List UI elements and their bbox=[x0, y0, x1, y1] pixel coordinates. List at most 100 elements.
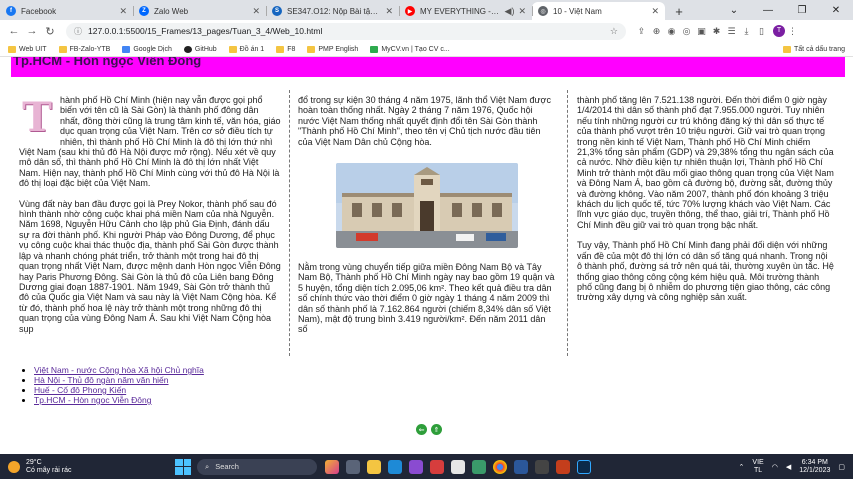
app-icon[interactable] bbox=[556, 459, 570, 474]
weather-desc: Có mây rải rác bbox=[26, 466, 72, 474]
link-tphcm[interactable]: Tp.HCM - Hòn ngọc Viễn Đông bbox=[34, 395, 151, 405]
tab-search-icon[interactable]: ☰ bbox=[724, 26, 739, 37]
profile-avatar[interactable]: T bbox=[773, 25, 785, 37]
chevron-up-icon[interactable]: ⌃ bbox=[739, 463, 745, 471]
weather-widget[interactable]: 29°C Có mây rải rác bbox=[0, 459, 175, 475]
app-icon[interactable] bbox=[430, 459, 444, 474]
close-icon[interactable]: ✕ bbox=[385, 6, 393, 17]
menu-icon[interactable]: ⋮ bbox=[785, 26, 800, 37]
new-tab-button[interactable]: + bbox=[669, 2, 689, 20]
share-icon[interactable]: ⇪ bbox=[634, 26, 649, 37]
tab-zalo[interactable]: Z Zalo Web ✕ bbox=[133, 2, 266, 20]
folder-icon bbox=[276, 45, 285, 53]
browser-toolbar: ← → ↻ ⓘ 127.0.0.1:5500/15_Frames/13_page… bbox=[0, 20, 853, 42]
close-icon[interactable]: ✕ bbox=[119, 6, 127, 17]
paragraph: thành phố tăng lên 7.521.138 người. Đến … bbox=[577, 95, 834, 230]
folder-icon bbox=[228, 45, 237, 53]
extension-icon[interactable]: ◉ bbox=[664, 26, 679, 37]
folder-icon bbox=[783, 45, 792, 53]
tab-title: Facebook bbox=[21, 6, 57, 16]
file-explorer-icon[interactable] bbox=[367, 459, 381, 474]
bookmark-item[interactable]: FB-Zalo-YTB bbox=[58, 45, 110, 53]
web-page: Tp.HCM - Hòn ngọc Viễn Đông T hành phố H… bbox=[0, 57, 853, 454]
github-icon bbox=[183, 45, 192, 53]
volume-icon[interactable]: ◀ bbox=[786, 463, 791, 471]
visual-studio-icon[interactable] bbox=[409, 459, 423, 474]
close-window-button[interactable]: ✕ bbox=[819, 5, 853, 16]
folder-icon bbox=[8, 45, 16, 53]
app-icon[interactable] bbox=[451, 459, 465, 474]
chevron-down-icon[interactable]: ⌄ bbox=[717, 5, 751, 16]
photoshop-icon[interactable] bbox=[577, 459, 591, 474]
address-bar[interactable]: ⓘ 127.0.0.1:5500/15_Frames/13_pages/Tuan… bbox=[66, 22, 626, 40]
bookmark-item[interactable]: Google Dịch bbox=[122, 45, 172, 53]
back-button[interactable]: ← bbox=[6, 25, 22, 37]
search-label: Search bbox=[215, 462, 239, 471]
page-banner: Tp.HCM - Hòn ngọc Viễn Đông bbox=[11, 57, 845, 77]
paragraph: Tuy vậy, Thành phố Hồ Chí Minh đang phải… bbox=[577, 240, 834, 303]
dropcap-letter: T bbox=[22, 93, 52, 141]
bookmark-item[interactable]: F8 bbox=[276, 45, 295, 53]
taskbar-apps bbox=[325, 459, 591, 474]
vscode-icon[interactable] bbox=[388, 459, 402, 474]
download-icon[interactable]: ⤓ bbox=[739, 26, 754, 37]
star-icon[interactable]: ☆ bbox=[610, 26, 618, 37]
extensions-area: ⇪ ⊕ ◉ ◎ ▣ ✱ ☰ ⤓ ▯ T ⋮ bbox=[634, 25, 800, 37]
column-divider bbox=[289, 90, 290, 356]
paragraph: Nằm trong vùng chuyển tiếp giữa miền Đôn… bbox=[298, 262, 555, 335]
minimize-button[interactable]: — bbox=[751, 5, 785, 16]
extension-icon[interactable]: ▣ bbox=[694, 26, 709, 37]
folder-icon bbox=[58, 45, 67, 53]
related-links-list: Việt Nam - nước Cộng hòa Xã hội Chủ nghĩ… bbox=[34, 365, 204, 405]
zalo-icon: Z bbox=[139, 6, 149, 16]
tab-facebook[interactable]: f Facebook ✕ bbox=[0, 2, 133, 20]
speaker-icon[interactable]: ◀) bbox=[505, 6, 515, 17]
column-divider bbox=[567, 90, 568, 356]
link-ha-noi[interactable]: Hà Nội - Thủ đô ngàn năm văn hiến bbox=[34, 375, 169, 385]
link-viet-nam[interactable]: Việt Nam - nước Cộng hòa Xã hội Chủ nghĩ… bbox=[34, 365, 204, 375]
app-icon[interactable] bbox=[472, 459, 486, 474]
app-icon[interactable] bbox=[535, 459, 549, 474]
system-tray: ⌃ VIE TL ◠ ◀ 6:34 PM 12/1/2023 ▢ bbox=[739, 459, 853, 475]
paragraph: hành phố Hồ Chí Minh (hiện nay vẫn được … bbox=[19, 95, 281, 189]
all-bookmarks[interactable]: Tất cả dấu trang bbox=[783, 45, 845, 53]
link-hue[interactable]: Huế - Cố đô Phong Kiến bbox=[34, 385, 126, 395]
close-icon[interactable]: ✕ bbox=[252, 6, 260, 17]
mycv-icon bbox=[370, 45, 379, 53]
close-icon[interactable]: ✕ bbox=[518, 6, 526, 17]
app-icon[interactable] bbox=[514, 459, 528, 474]
bookmark-item[interactable]: Đồ án 1 bbox=[228, 45, 264, 53]
reload-button[interactable]: ↻ bbox=[42, 25, 58, 38]
clock[interactable]: 6:34 PM 12/1/2023 bbox=[799, 459, 830, 475]
footer-icons: ⇐ ⇑ bbox=[416, 424, 442, 435]
tab-viet-nam[interactable]: ◎ 10 - Việt Nam ✕ bbox=[532, 2, 665, 20]
puzzle-icon[interactable]: ✱ bbox=[709, 26, 724, 37]
bookmark-item[interactable]: GitHub bbox=[183, 45, 217, 53]
language-indicator[interactable]: VIE TL bbox=[752, 459, 763, 475]
tab-youtube[interactable]: ▶ MY EVERYTHING - OGENUS ◀) ✕ bbox=[399, 2, 532, 20]
up-icon[interactable]: ⇑ bbox=[431, 424, 442, 435]
forward-button[interactable]: → bbox=[24, 25, 40, 37]
taskview-icon[interactable] bbox=[346, 459, 360, 474]
sidepanel-icon[interactable]: ▯ bbox=[754, 26, 769, 37]
copilot-icon[interactable] bbox=[325, 459, 339, 474]
article-column-2: đổ trong sự kiện 30 tháng 4 năm 1975, lã… bbox=[298, 95, 556, 345]
bookmark-item[interactable]: PMP English bbox=[307, 45, 358, 53]
moodle-icon: S bbox=[272, 6, 282, 16]
translate-icon[interactable]: ⊕ bbox=[649, 26, 664, 37]
taskbar-search[interactable]: ⌕ Search bbox=[197, 458, 317, 475]
bookmark-item[interactable]: Web UIT bbox=[8, 45, 47, 53]
article-column-1: T hành phố Hồ Chí Minh (hiện nay vẫn đượ… bbox=[19, 95, 281, 344]
close-icon[interactable]: ✕ bbox=[651, 6, 659, 17]
paragraph: Vùng đất này ban đầu được gọi là Prey No… bbox=[19, 198, 281, 334]
wifi-icon[interactable]: ◠ bbox=[772, 463, 778, 471]
prev-icon[interactable]: ⇐ bbox=[416, 424, 427, 435]
info-icon[interactable]: ⓘ bbox=[74, 26, 82, 37]
notification-icon[interactable]: ▢ bbox=[838, 463, 845, 471]
restore-button[interactable]: ❐ bbox=[785, 5, 819, 16]
tab-se347[interactable]: S SE347.O12: Nộp Bài tập Thực hà ✕ bbox=[266, 2, 399, 20]
bookmark-item[interactable]: MyCV.vn | Tạo CV c... bbox=[370, 45, 450, 53]
extension-icon[interactable]: ◎ bbox=[679, 26, 694, 37]
chrome-icon[interactable] bbox=[493, 459, 507, 474]
windows-start-icon[interactable] bbox=[175, 458, 191, 475]
